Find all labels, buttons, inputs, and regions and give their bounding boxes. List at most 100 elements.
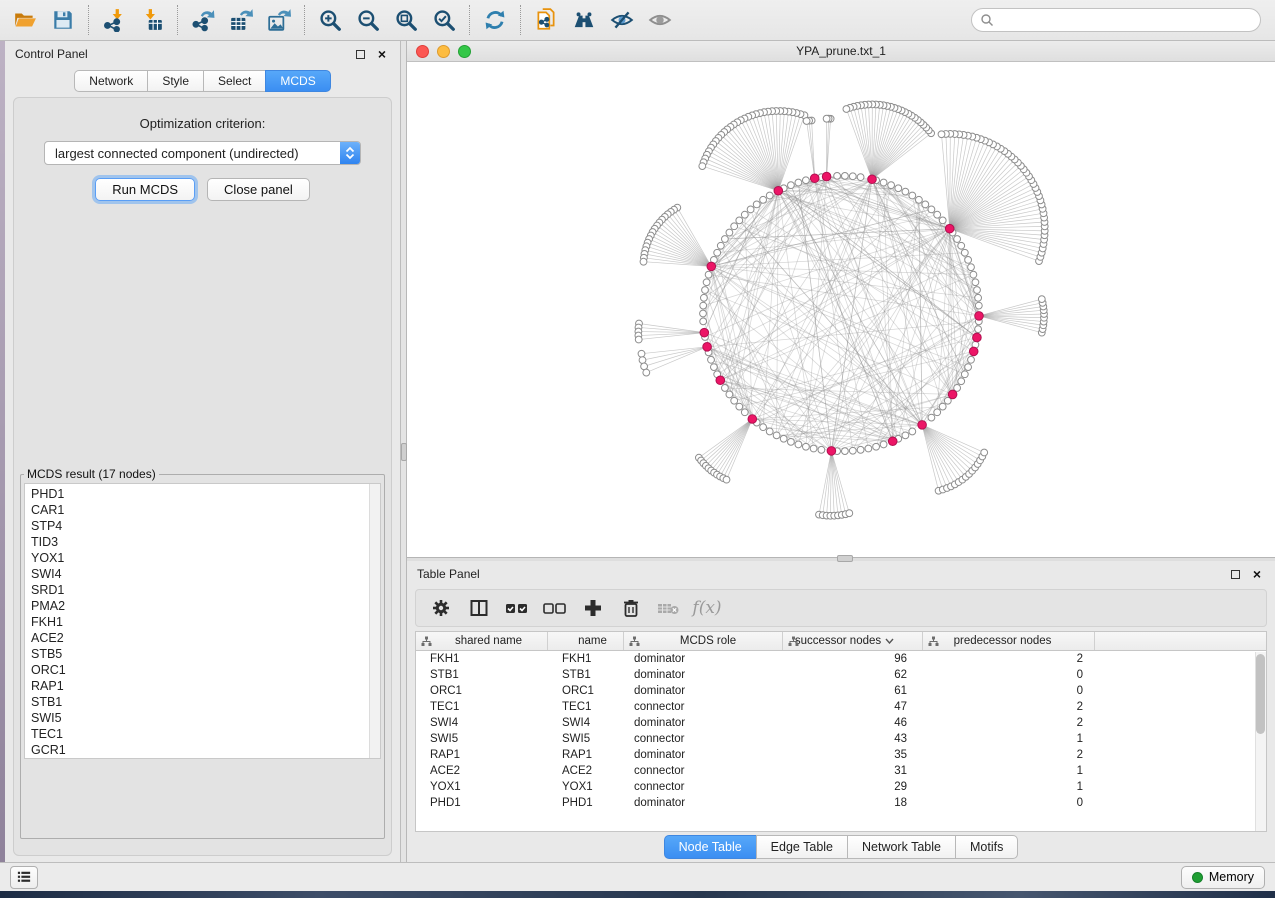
mcds-result-item[interactable]: PHD1: [31, 486, 380, 502]
mcds-result-item[interactable]: SWI4: [31, 566, 380, 582]
network-node[interactable]: [902, 432, 909, 439]
table-cell[interactable]: 96: [783, 651, 923, 667]
task-history-button[interactable]: [10, 866, 38, 889]
network-leaf-node[interactable]: [1038, 296, 1045, 303]
network-edge[interactable]: [778, 112, 792, 191]
network-hub-node[interactable]: [969, 347, 978, 356]
network-leaf-node[interactable]: [981, 449, 988, 456]
table-cell[interactable]: PHD1: [548, 795, 624, 811]
close-panel-button[interactable]: Close panel: [207, 178, 310, 201]
network-leaf-node[interactable]: [843, 106, 850, 113]
network-node[interactable]: [760, 196, 767, 203]
network-node[interactable]: [928, 414, 935, 421]
network-hub-node[interactable]: [700, 328, 709, 337]
network-leaf-node[interactable]: [803, 118, 810, 125]
tab-select[interactable]: Select: [203, 70, 265, 92]
network-node[interactable]: [788, 438, 795, 445]
table-cell[interactable]: 0: [923, 683, 1095, 699]
table-cell[interactable]: FKH1: [416, 651, 548, 667]
show-columns-button[interactable]: [462, 593, 496, 623]
table-cell[interactable]: 46: [783, 715, 923, 731]
delete-column-button[interactable]: [614, 593, 648, 623]
table-cell[interactable]: 1: [923, 779, 1095, 795]
table-row[interactable]: STB1STB1dominator620: [416, 667, 1266, 683]
network-node[interactable]: [909, 428, 916, 435]
column-header-successor-nodes[interactable]: successor nodes: [783, 632, 923, 650]
table-cell[interactable]: TEC1: [548, 699, 624, 715]
network-node[interactable]: [916, 196, 923, 203]
table-cell[interactable]: TEC1: [416, 699, 548, 715]
table-cell[interactable]: SWI4: [548, 715, 624, 731]
table-cell[interactable]: 2: [923, 715, 1095, 731]
table-cell[interactable]: dominator: [624, 683, 783, 699]
control-panel-close-button[interactable]: ×: [374, 46, 390, 62]
network-edge[interactable]: [711, 266, 922, 424]
table-cell[interactable]: SWI5: [416, 731, 548, 747]
mcds-result-item[interactable]: FKH1: [31, 614, 380, 630]
table-cell[interactable]: 1: [923, 731, 1095, 747]
hide-graphics-details-button[interactable]: [603, 3, 641, 37]
network-node[interactable]: [873, 443, 880, 450]
table-scrollbar[interactable]: [1255, 652, 1266, 831]
network-leaf-node[interactable]: [639, 357, 646, 364]
network-edge[interactable]: [639, 333, 705, 340]
table-row[interactable]: SWI5SWI5connector431: [416, 731, 1266, 747]
network-node[interactable]: [803, 443, 810, 450]
zoom-selected-button[interactable]: [425, 3, 463, 37]
network-node[interactable]: [968, 356, 975, 363]
network-node[interactable]: [702, 287, 709, 294]
maximize-window-icon[interactable]: [458, 45, 471, 58]
network-edge[interactable]: [646, 347, 707, 373]
network-edge[interactable]: [711, 266, 965, 374]
tab-mcds[interactable]: MCDS: [265, 70, 330, 92]
network-node[interactable]: [795, 179, 802, 186]
table-cell[interactable]: 2: [923, 747, 1095, 763]
network-node[interactable]: [965, 364, 972, 371]
table-cell[interactable]: 2: [923, 651, 1095, 667]
network-node[interactable]: [705, 271, 712, 278]
network-hub-node[interactable]: [868, 175, 877, 184]
table-cell[interactable]: ACE2: [548, 763, 624, 779]
network-node[interactable]: [766, 428, 773, 435]
mcds-result-item[interactable]: RAP1: [31, 678, 380, 694]
zoom-in-button[interactable]: [311, 3, 349, 37]
deselect-all-rows-button[interactable]: [538, 593, 572, 623]
table-cell[interactable]: 1: [923, 763, 1095, 779]
network-edge[interactable]: [644, 347, 707, 367]
show-graphics-details-button[interactable]: [641, 3, 679, 37]
mcds-result-item[interactable]: SWI5: [31, 710, 380, 726]
network-edge[interactable]: [720, 419, 752, 476]
network-leaf-node[interactable]: [823, 115, 830, 122]
delete-table-button[interactable]: [652, 593, 686, 623]
network-edge[interactable]: [706, 419, 752, 466]
network-node[interactable]: [922, 201, 929, 208]
control-panel-float-button[interactable]: [352, 46, 368, 62]
mcds-result-item[interactable]: YOX1: [31, 550, 380, 566]
table-cell[interactable]: 2: [923, 699, 1095, 715]
network-node[interactable]: [961, 371, 968, 378]
table-cell[interactable]: 35: [783, 747, 923, 763]
network-node[interactable]: [865, 445, 872, 452]
network-node[interactable]: [972, 279, 979, 286]
network-node[interactable]: [928, 206, 935, 213]
mcds-result-item[interactable]: PMA2: [31, 598, 380, 614]
network-node[interactable]: [849, 173, 856, 180]
network-node[interactable]: [766, 192, 773, 199]
network-edge[interactable]: [723, 419, 752, 478]
table-cell[interactable]: connector: [624, 763, 783, 779]
zoom-fit-button[interactable]: [387, 3, 425, 37]
network-hub-node[interactable]: [948, 390, 957, 399]
network-edge[interactable]: [638, 333, 704, 336]
table-cell[interactable]: connector: [624, 731, 783, 747]
table-cell[interactable]: 0: [923, 667, 1095, 683]
network-leaf-node[interactable]: [638, 350, 645, 357]
import-network-button[interactable]: [95, 3, 133, 37]
network-node[interactable]: [880, 179, 887, 186]
network-edge[interactable]: [857, 106, 872, 179]
save-session-button[interactable]: [44, 3, 82, 37]
criterion-select[interactable]: largest connected component (undirected): [44, 141, 361, 165]
network-node[interactable]: [958, 378, 965, 385]
mcds-result-item[interactable]: STB1: [31, 694, 380, 710]
table-cell[interactable]: 31: [783, 763, 923, 779]
tab-style[interactable]: Style: [147, 70, 203, 92]
